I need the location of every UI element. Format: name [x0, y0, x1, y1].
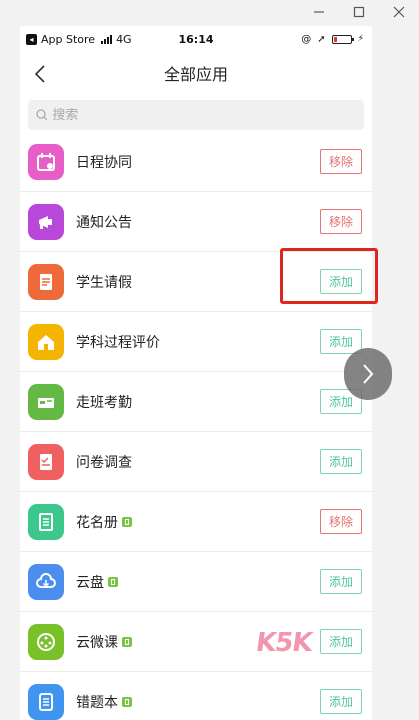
location-icon: ➚: [317, 33, 326, 45]
search-icon: [36, 109, 48, 121]
new-badge-icon: [122, 636, 132, 647]
maximize-button[interactable]: [339, 0, 379, 24]
app-name-wrap: 走班考勤: [76, 392, 132, 412]
carrier-label: App Store: [41, 32, 96, 46]
app-name: 日程协同: [76, 154, 132, 171]
calendar-icon: [28, 143, 64, 180]
maximize-icon: [353, 6, 365, 18]
app-name: 花名册: [76, 514, 118, 531]
app-name-wrap: 花名册: [76, 512, 132, 532]
chevron-left-icon: [34, 65, 45, 83]
app-name-wrap: 云微课: [76, 632, 132, 652]
minimize-button[interactable]: [299, 0, 339, 24]
add-button[interactable]: 添加: [320, 269, 362, 294]
app-name-wrap: 日程协同: [76, 152, 132, 172]
app-row[interactable]: 问卷调查 添加: [20, 432, 372, 492]
window-controls: [279, 0, 419, 24]
app-row[interactable]: 花名册 移除: [20, 492, 372, 552]
page-title: 全部应用: [163, 65, 228, 84]
leave-form-icon: [28, 263, 64, 300]
nav-bar: 全部应用: [20, 52, 372, 94]
at-icon: @: [301, 33, 312, 45]
add-button[interactable]: 添加: [320, 449, 362, 474]
megaphone-icon: [28, 203, 64, 240]
app-row[interactable]: 学生请假 添加: [20, 252, 372, 312]
network-label: 4G: [116, 32, 132, 46]
search-input[interactable]: [52, 107, 356, 123]
close-button[interactable]: [379, 0, 419, 24]
app-name: 通知公告: [76, 214, 132, 231]
remove-button[interactable]: 移除: [320, 509, 362, 534]
add-button[interactable]: 添加: [320, 689, 362, 714]
app-row[interactable]: 日程协同 移除: [20, 132, 372, 192]
minimize-icon: [314, 11, 324, 13]
house-icon: [28, 323, 64, 360]
charging-icon: ⚡: [357, 34, 364, 44]
app-row[interactable]: 云盘 添加: [20, 552, 372, 612]
app-name-wrap: 错题本: [76, 692, 132, 712]
remove-button[interactable]: 移除: [320, 149, 362, 174]
app-row[interactable]: 学科过程评价 添加: [20, 312, 372, 372]
app-list: 日程协同 移除 通知公告 移除 学生请假 添加 学科过程评价 添加 走班考勤 添加 问卷调查 添加 花名…: [20, 132, 372, 720]
app-name: 云盘: [76, 574, 104, 591]
watermark: K5K: [253, 628, 314, 658]
new-badge-icon: [122, 696, 132, 707]
app-name: 错题本: [76, 694, 118, 711]
notebook-icon: [28, 683, 64, 720]
battery-icon: [331, 34, 354, 44]
app-name-wrap: 云盘: [76, 572, 118, 592]
app-name: 学科过程评价: [76, 334, 160, 351]
app-row[interactable]: 走班考勤 添加: [20, 372, 372, 432]
attendance-icon: [28, 383, 64, 420]
new-badge-icon: [122, 516, 132, 527]
signal-icon: [101, 34, 113, 44]
close-icon: [393, 6, 405, 18]
chevron-right-icon: [363, 364, 374, 384]
add-button[interactable]: 添加: [320, 629, 362, 654]
microlesson-icon: [28, 623, 64, 660]
app-row[interactable]: 错题本 添加: [20, 672, 372, 720]
app-name: 学生请假: [76, 274, 132, 291]
app-name: 问卷调查: [76, 454, 132, 471]
status-bar: ◂ App Store 4G 16:14 @ ➚ ⚡: [20, 26, 372, 52]
back-to-app-icon: ◂: [26, 33, 37, 45]
search-box[interactable]: [28, 100, 364, 130]
cloud-icon: [28, 563, 64, 600]
next-page-button[interactable]: [344, 348, 392, 400]
app-row[interactable]: 云微课 添加: [20, 612, 372, 672]
app-name-wrap: 学生请假: [76, 272, 132, 292]
app-name-wrap: 通知公告: [76, 212, 132, 232]
app-name: 走班考勤: [76, 394, 132, 411]
survey-icon: [28, 443, 64, 480]
roster-icon: [28, 503, 64, 540]
back-button[interactable]: [28, 62, 52, 86]
app-name: 云微课: [76, 634, 118, 651]
remove-button[interactable]: 移除: [320, 209, 362, 234]
app-name-wrap: 学科过程评价: [76, 332, 160, 352]
app-row[interactable]: 通知公告 移除: [20, 192, 372, 252]
app-name-wrap: 问卷调查: [76, 452, 132, 472]
new-badge-icon: [108, 576, 118, 587]
add-button[interactable]: 添加: [320, 569, 362, 594]
status-time: 16:14: [178, 32, 214, 46]
